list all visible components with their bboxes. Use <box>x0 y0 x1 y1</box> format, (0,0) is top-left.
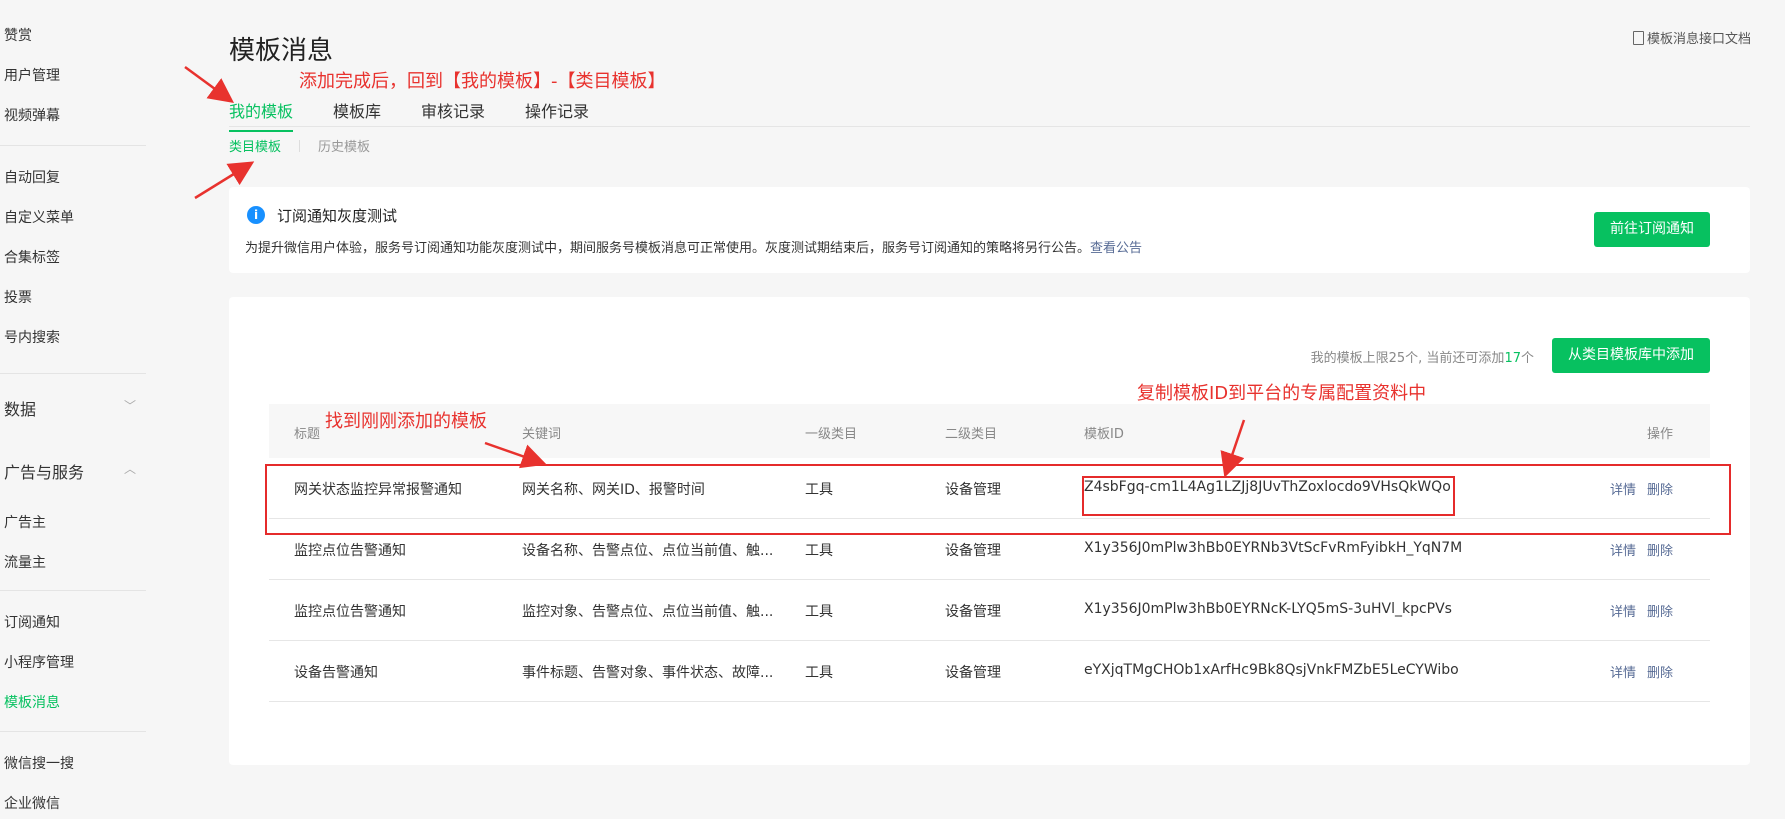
sidebar-item-advertiser[interactable]: 广告主 <box>4 512 46 532</box>
cell-category1: 工具 <box>805 543 833 559</box>
cell-actions: 详情 删除 <box>1599 662 1673 681</box>
subtab-category-templates[interactable]: 类目模板 <box>229 140 281 155</box>
sidebar-item-mini-program[interactable]: 小程序管理 <box>4 652 74 672</box>
sidebar-divider <box>0 590 146 591</box>
document-icon <box>1632 31 1644 45</box>
header-template-id: 模板ID <box>1084 427 1124 442</box>
sub-tabs: 类目模板 历史模板 <box>229 136 370 155</box>
sidebar-divider <box>0 145 146 146</box>
detail-link[interactable]: 详情 <box>1610 666 1636 681</box>
notice-description: 为提升微信用户体验，服务号订阅通知功能灰度测试中，期间服务号模板消息可正常使用。… <box>245 237 1142 256</box>
info-icon: i <box>247 206 265 224</box>
cell-keywords: 设备名称、告警点位、点位当前值、触... <box>522 543 774 559</box>
sidebar-item-reward[interactable]: 赞赏 <box>4 25 32 45</box>
arrow-to-my-templates <box>184 65 235 103</box>
sidebar-divider <box>0 731 146 732</box>
chevron-up-icon: ︿ <box>123 462 136 476</box>
sidebar-group-data[interactable]: 数据 ﹀ <box>4 396 136 420</box>
sidebar: 赞赏 用户管理 视频弹幕 自动回复 自定义菜单 合集标签 投票 号内搜索 数据 … <box>0 0 146 819</box>
add-from-library-button[interactable]: 从类目模板库中添加 <box>1552 338 1710 373</box>
sidebar-item-user-management[interactable]: 用户管理 <box>4 65 60 85</box>
page-title: 模板消息 <box>229 36 334 66</box>
sidebar-group-label: 数据 <box>4 400 37 419</box>
doc-link[interactable]: 模板消息接口文档 <box>1632 28 1751 47</box>
sidebar-item-video-danmaku[interactable]: 视频弹幕 <box>4 105 60 125</box>
cell-actions: 详情 删除 <box>1599 540 1673 559</box>
sidebar-item-template-message[interactable]: 模板消息 <box>4 692 60 712</box>
highlight-row-box <box>265 464 1731 535</box>
notice-card: i 订阅通知灰度测试 为提升微信用户体验，服务号订阅通知功能灰度测试中，期间服务… <box>229 187 1750 273</box>
sidebar-divider <box>0 373 146 374</box>
sidebar-group-ads-services[interactable]: 广告与服务 ︿ <box>4 459 136 483</box>
limit-count: 17 <box>1504 351 1521 366</box>
header-actions: 操作 <box>1646 427 1673 442</box>
template-table: 标题 关键词 一级类目 二级类目 模板ID 操作 网关状态监控异常报警通知 网关… <box>269 404 1710 702</box>
sidebar-item-traffic-owner[interactable]: 流量主 <box>4 552 46 572</box>
sidebar-group-label: 广告与服务 <box>4 463 85 482</box>
doc-link-label: 模板消息接口文档 <box>1646 32 1751 47</box>
cell-actions: 详情 删除 <box>1599 601 1673 620</box>
goto-subscription-button[interactable]: 前往订阅通知 <box>1594 212 1710 247</box>
cell-template-id[interactable]: X1y356J0mPlw3hBb0EYRNb3VtScFvRmFyibkH_Yq… <box>1084 540 1462 556</box>
cell-title: 设备告警通知 <box>294 665 378 681</box>
sidebar-item-vote[interactable]: 投票 <box>4 287 32 307</box>
sidebar-item-wechat-search[interactable]: 微信搜一搜 <box>4 753 74 773</box>
header-category2: 二级类目 <box>945 427 998 442</box>
annotation-copy-id: 复制模板ID到平台的专属配置资料中 <box>1137 383 1427 404</box>
cell-template-id[interactable]: X1y356J0mPlw3hBb0EYRNcK-LYQ5mS-3uHVl_kpc… <box>1084 601 1452 617</box>
limit-suffix: 个 <box>1520 351 1534 366</box>
sidebar-item-auto-reply[interactable]: 自动回复 <box>4 167 60 187</box>
header-title: 标题 <box>294 427 321 442</box>
cell-category1: 工具 <box>805 665 833 681</box>
sidebar-item-in-account-search[interactable]: 号内搜索 <box>4 327 60 347</box>
notice-link[interactable]: 查看公告 <box>1090 241 1142 256</box>
cell-category2: 设备管理 <box>945 604 1001 620</box>
sidebar-item-collection-tags[interactable]: 合集标签 <box>4 247 60 267</box>
annotation-find-template: 找到刚刚添加的模板 <box>325 411 487 432</box>
subtab-history-templates[interactable]: 历史模板 <box>318 140 370 155</box>
tabs-divider <box>229 126 1750 127</box>
subtab-separator <box>299 140 301 152</box>
cell-keywords: 事件标题、告警对象、事件状态、故障... <box>522 665 774 681</box>
chevron-down-icon: ﹀ <box>123 399 136 413</box>
cell-title: 监控点位告警通知 <box>294 543 406 559</box>
table-row: 设备告警通知 事件标题、告警对象、事件状态、故障... 工具 设备管理 eYXj… <box>269 641 1710 702</box>
sidebar-item-custom-menu[interactable]: 自定义菜单 <box>4 207 74 227</box>
limit-prefix: 我的模板上限25个, 当前还可添加 <box>1310 351 1505 366</box>
cell-template-id[interactable]: eYXjqTMgCHOb1xArfHc9Bk8QsjVnkFMZbE5LeCYW… <box>1084 662 1459 678</box>
notice-text: 为提升微信用户体验，服务号订阅通知功能灰度测试中，期间服务号模板消息可正常使用。… <box>245 241 1091 256</box>
annotation-return-tip: 添加完成后，回到【我的模板】-【类目模板】 <box>299 71 666 92</box>
detail-link[interactable]: 详情 <box>1610 605 1636 620</box>
delete-link[interactable]: 删除 <box>1647 605 1673 620</box>
cell-keywords: 监控对象、告警点位、点位当前值、触... <box>522 604 774 620</box>
table-row: 监控点位告警通知 监控对象、告警点位、点位当前值、触... 工具 设备管理 X1… <box>269 580 1710 641</box>
cell-category2: 设备管理 <box>945 543 1001 559</box>
highlight-id-box <box>1082 476 1455 516</box>
template-limit-text: 我的模板上限25个, 当前还可添加17个 <box>1311 347 1534 366</box>
sidebar-item-work-wechat[interactable]: 企业微信 <box>4 793 60 813</box>
detail-link[interactable]: 详情 <box>1610 544 1636 559</box>
cell-category2: 设备管理 <box>945 665 1001 681</box>
sidebar-item-subscription-notice[interactable]: 订阅通知 <box>4 612 60 632</box>
header-keywords: 关键词 <box>522 427 562 442</box>
cell-category1: 工具 <box>805 604 833 620</box>
notice-title: 订阅通知灰度测试 <box>277 207 398 225</box>
delete-link[interactable]: 删除 <box>1647 544 1673 559</box>
cell-title: 监控点位告警通知 <box>294 604 406 620</box>
header-category1: 一级类目 <box>805 427 858 442</box>
delete-link[interactable]: 删除 <box>1647 666 1673 681</box>
